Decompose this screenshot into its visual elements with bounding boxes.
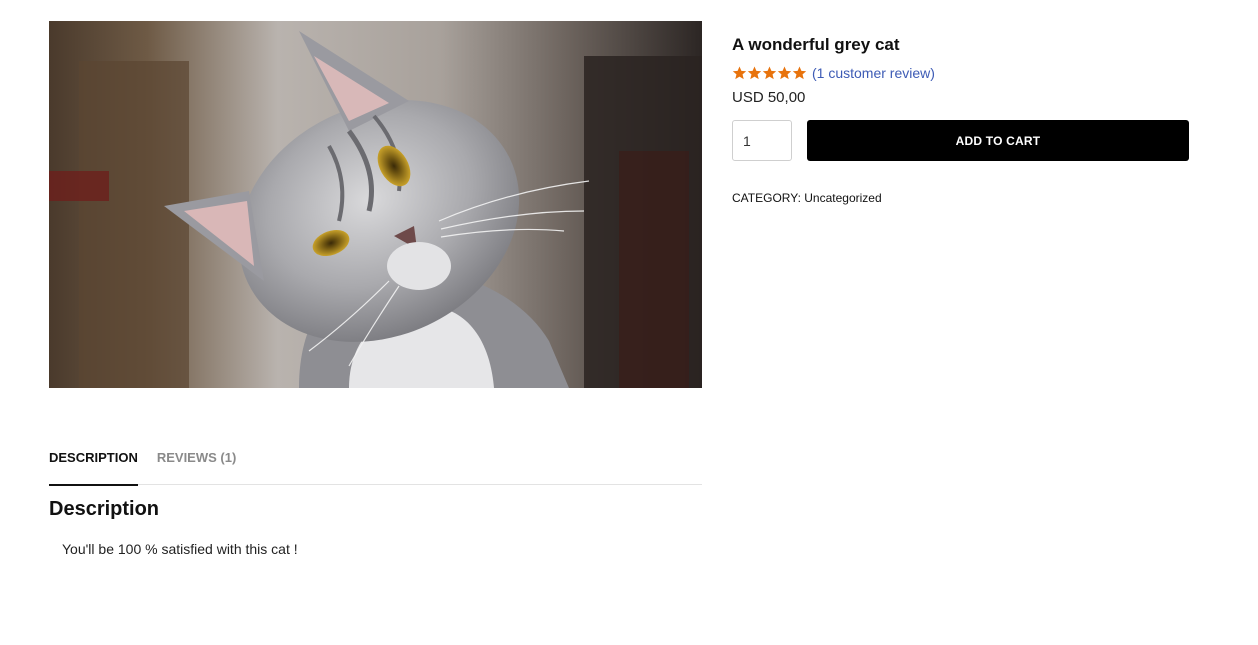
product-image[interactable]: [49, 21, 702, 388]
tab-reviews[interactable]: REVIEWS (1): [157, 440, 236, 484]
star-rating: [732, 66, 807, 80]
product-tabs: DESCRIPTION REVIEWS (1): [49, 440, 702, 486]
star-icon: [762, 66, 777, 80]
customer-review-link[interactable]: (1 customer review): [812, 65, 935, 81]
star-icon: [777, 66, 792, 80]
rating-row: (1 customer review): [732, 65, 1192, 81]
description-heading: Description: [49, 498, 160, 520]
tab-description[interactable]: DESCRIPTION: [49, 440, 138, 486]
star-icon: [747, 66, 762, 80]
star-icon: [732, 66, 747, 80]
description-text: You'll be 100 % satisfied with this cat …: [62, 541, 298, 557]
product-meta: CATEGORY: Uncategorized: [732, 191, 1192, 205]
star-icon: [792, 66, 807, 80]
cat-photo: [49, 21, 702, 388]
product-page: A wonderful grey cat (1 customer review)…: [0, 0, 1258, 645]
add-to-cart-button[interactable]: ADD TO CART: [807, 120, 1189, 161]
category-label: CATEGORY:: [732, 191, 801, 205]
add-to-cart-form: ADD TO CART: [732, 120, 1192, 161]
quantity-input[interactable]: [732, 120, 792, 161]
category-link[interactable]: Uncategorized: [804, 191, 881, 205]
product-price: USD 50,00: [732, 89, 806, 106]
product-title: A wonderful grey cat: [732, 35, 900, 54]
product-summary: A wonderful grey cat (1 customer review)…: [732, 33, 1192, 205]
